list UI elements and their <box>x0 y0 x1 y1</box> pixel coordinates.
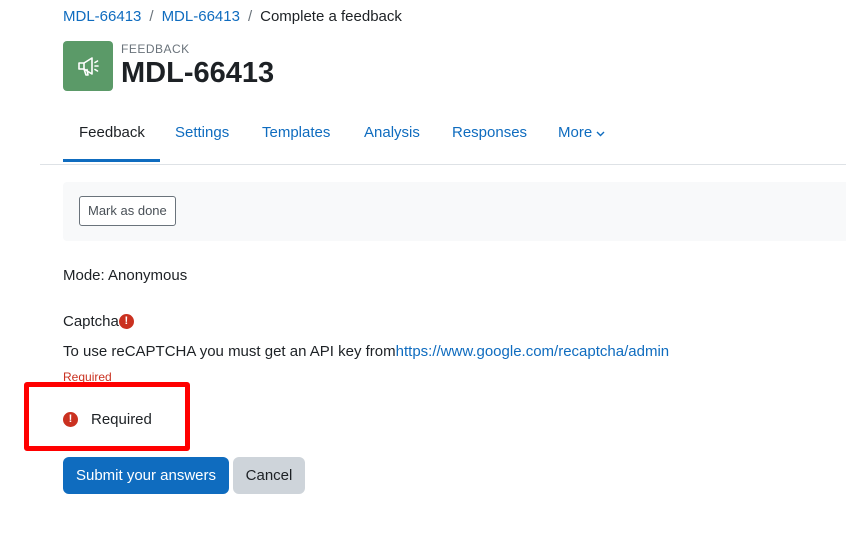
required-icon: ! <box>63 412 78 427</box>
tab-more-label: More <box>558 124 593 141</box>
page: MDL-66413 / MDL-66413 / Complete a feedb… <box>0 0 846 547</box>
tab-responses[interactable]: Responses <box>452 111 527 164</box>
captcha-instructions: To use reCAPTCHA you must get an API key… <box>63 343 669 360</box>
required-legend-label: Required <box>91 411 152 428</box>
tab-settings[interactable]: Settings <box>175 111 229 164</box>
tab-templates[interactable]: Templates <box>262 111 330 164</box>
breadcrumb-course[interactable]: MDL-66413 <box>63 8 141 26</box>
breadcrumb-current: Complete a feedback <box>260 8 402 25</box>
cancel-button[interactable]: Cancel <box>233 457 305 494</box>
activity-action-bar: Mark as done <box>63 182 846 241</box>
mark-as-done-button[interactable]: Mark as done <box>79 196 176 226</box>
captcha-label-text: Captcha <box>63 313 119 330</box>
captcha-label: Captcha ! <box>63 313 134 330</box>
breadcrumb-activity[interactable]: MDL-66413 <box>162 8 240 26</box>
captcha-instructions-text: To use reCAPTCHA you must get an API key… <box>63 343 396 360</box>
required-legend: ! Required <box>63 411 152 428</box>
breadcrumb-separator: / <box>149 8 154 25</box>
chevron-down-icon <box>596 111 605 155</box>
breadcrumb: MDL-66413 / MDL-66413 / Complete a feedb… <box>63 8 402 26</box>
tab-feedback[interactable]: Feedback <box>63 111 160 162</box>
header-pretitle: FEEDBACK <box>121 42 190 56</box>
feedback-mode: Mode: Anonymous <box>63 267 188 284</box>
megaphone-icon <box>63 41 113 91</box>
required-icon: ! <box>118 314 134 329</box>
page-title: MDL-66413 <box>121 57 275 89</box>
recaptcha-admin-link[interactable]: https://www.google.com/recaptcha/admin <box>396 343 669 360</box>
tab-more[interactable]: More <box>558 111 605 164</box>
breadcrumb-separator: / <box>247 8 253 25</box>
tab-analysis[interactable]: Analysis <box>364 111 420 164</box>
page-header: FEEDBACK MDL-66413 <box>63 41 274 91</box>
secondary-navigation: Feedback Settings Templates Analysis Res… <box>40 111 846 165</box>
submit-answers-button[interactable]: Submit your answers <box>63 457 229 494</box>
